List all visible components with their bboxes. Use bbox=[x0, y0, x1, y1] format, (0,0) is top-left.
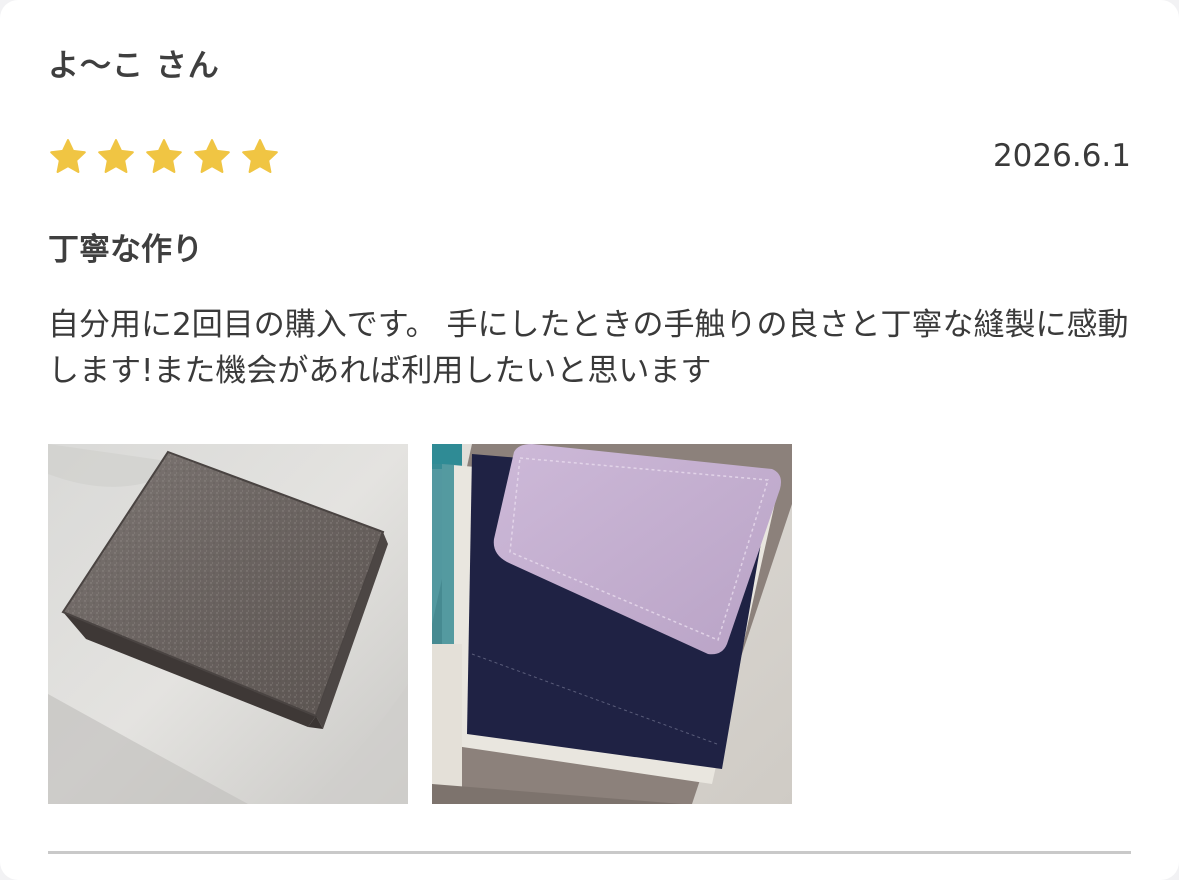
divider bbox=[48, 851, 1131, 854]
star-icon bbox=[98, 139, 134, 173]
star-icon bbox=[50, 139, 86, 173]
wallet-open-photo[interactable] bbox=[432, 444, 792, 804]
star-icon bbox=[242, 139, 278, 173]
star-icon bbox=[146, 139, 182, 173]
star-rating bbox=[48, 137, 280, 177]
review-card: よ〜こ さん 2026.6.1 丁寧な作り 自分用に2回目の購入です。 手にした… bbox=[0, 0, 1179, 880]
review-photos bbox=[48, 444, 792, 804]
review-date: 2026.6.1 bbox=[992, 138, 1131, 174]
review-title: 丁寧な作り bbox=[48, 232, 203, 268]
star-icon bbox=[194, 139, 230, 173]
wallet-closed-photo[interactable] bbox=[48, 444, 408, 804]
review-body: 自分用に2回目の購入です。 手にしたときの手触りの良さと丁寧な縫製に感動します!… bbox=[48, 307, 1129, 389]
reviewer-name: よ〜こ さん bbox=[48, 48, 220, 84]
